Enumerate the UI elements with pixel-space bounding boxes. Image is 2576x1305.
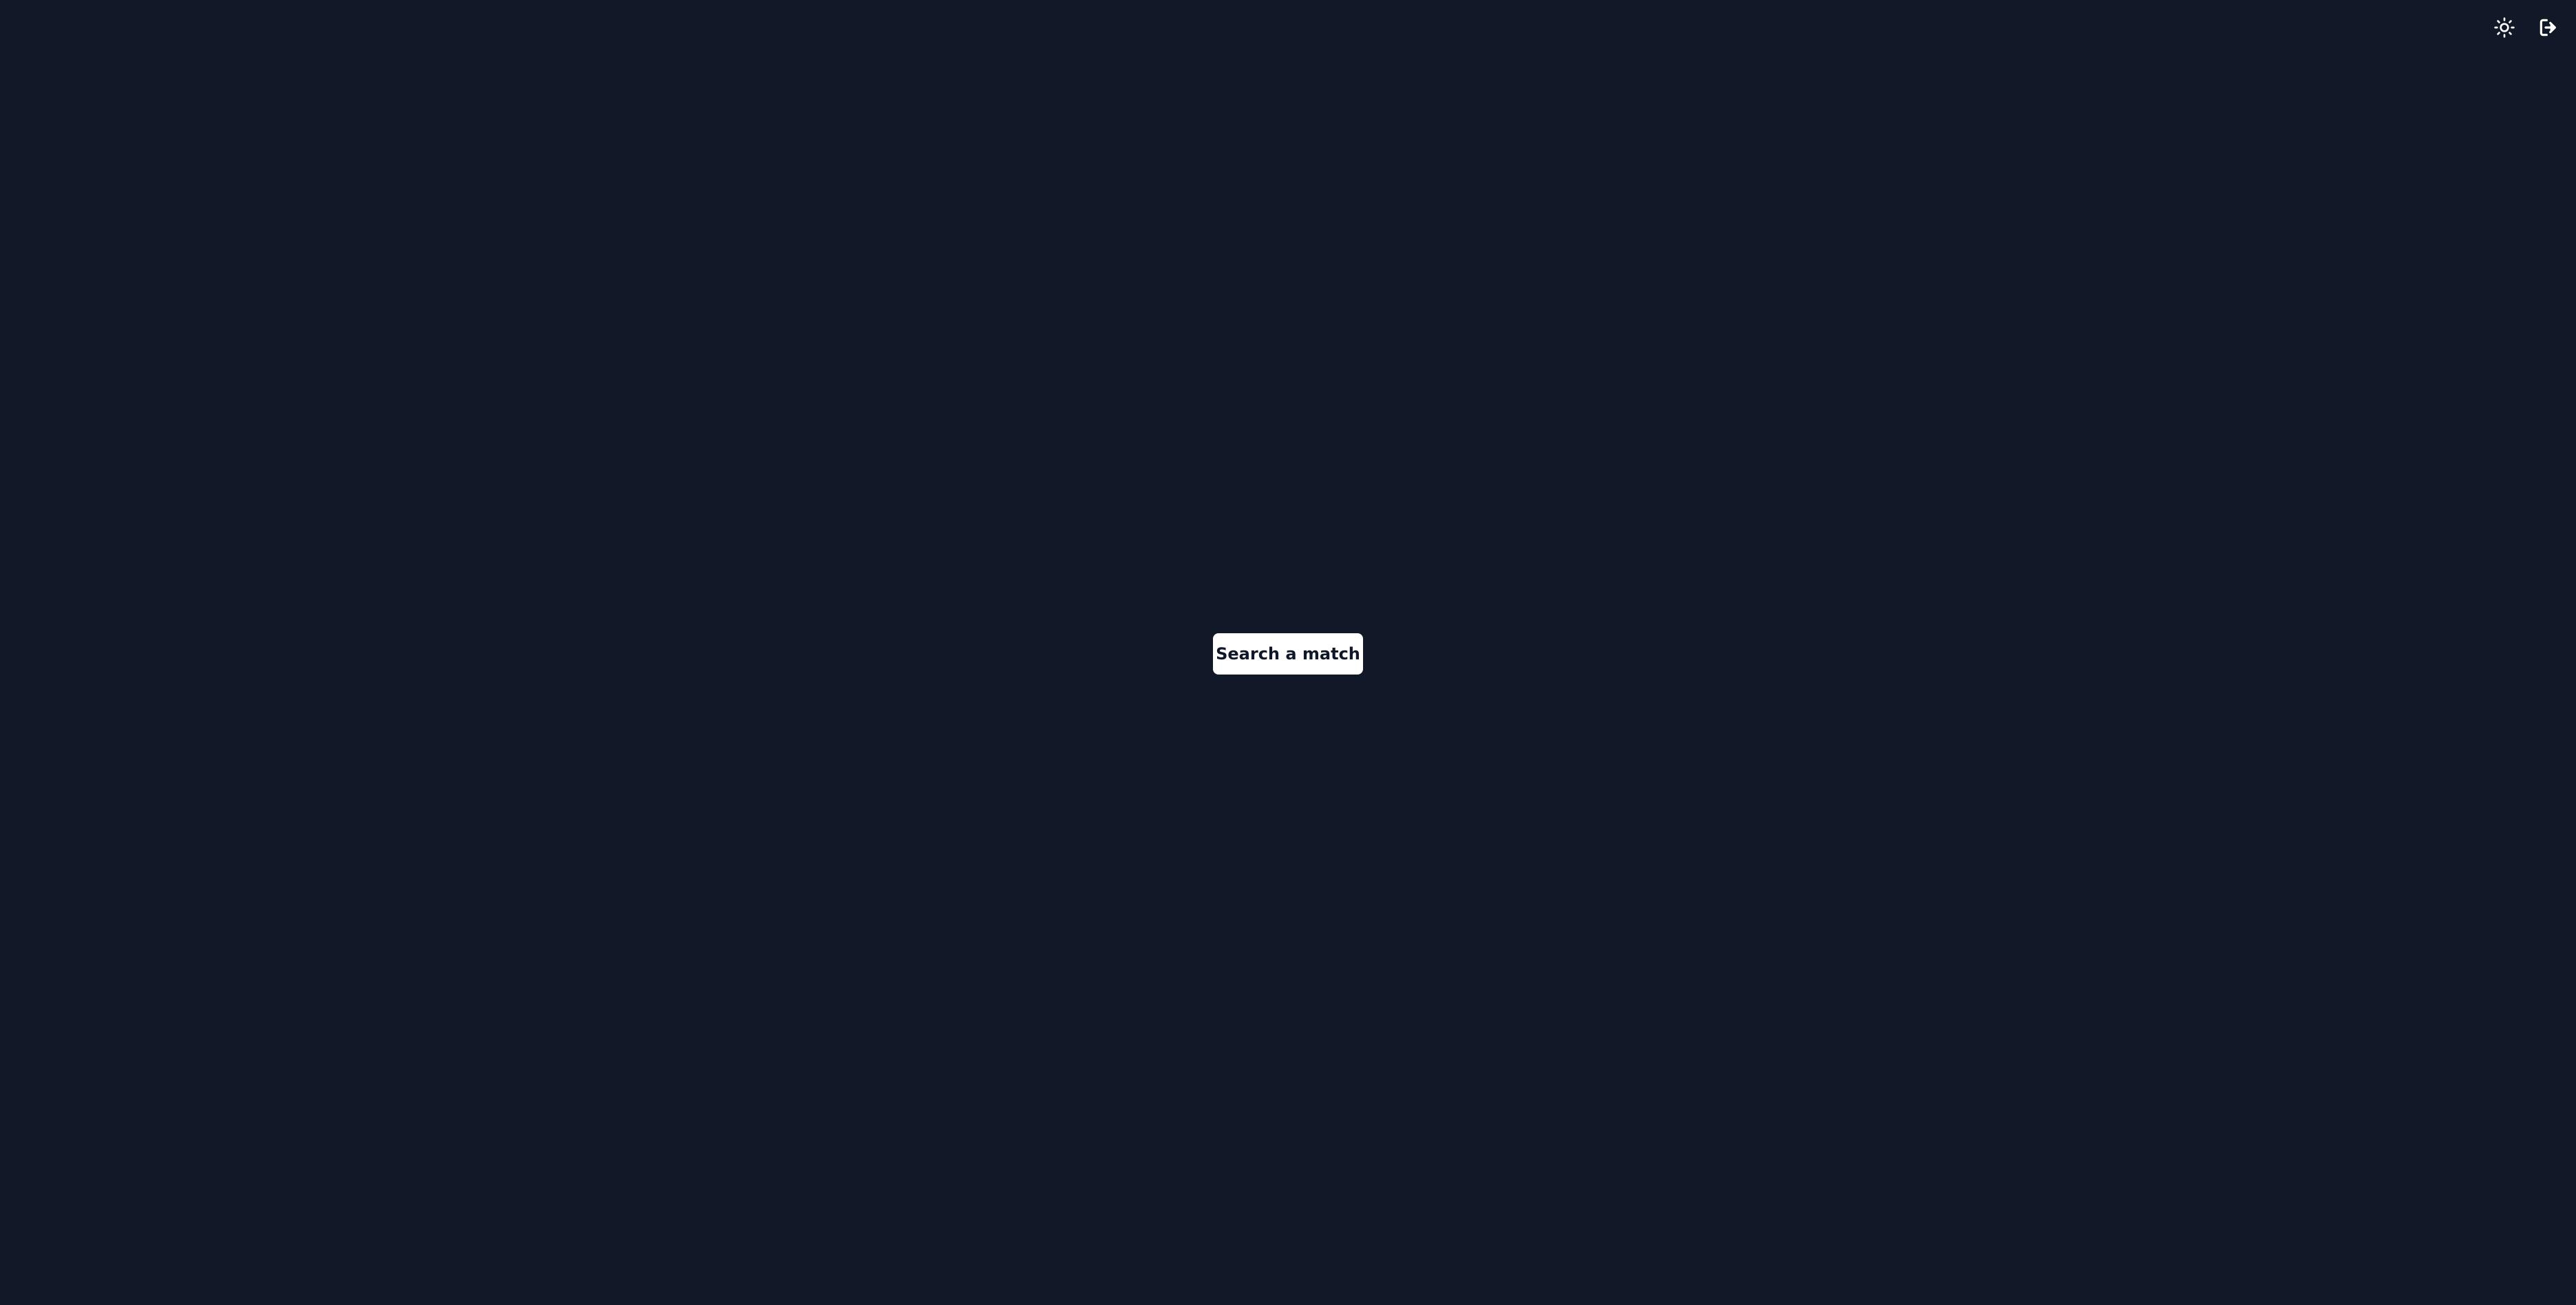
sun-icon (2493, 17, 2515, 39)
search-match-button[interactable]: Search a match (1213, 633, 1363, 675)
top-toolbar (2491, 14, 2562, 41)
theme-toggle-button[interactable] (2491, 14, 2518, 41)
logout-button[interactable] (2535, 14, 2562, 41)
page: Search a match (0, 0, 2576, 1305)
logout-icon (2537, 17, 2559, 39)
